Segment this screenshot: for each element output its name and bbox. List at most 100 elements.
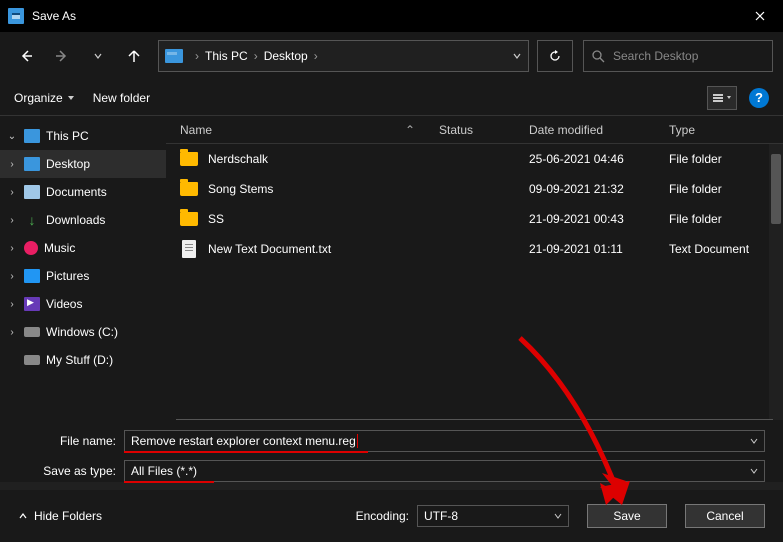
filename-label: File name: — [18, 434, 124, 448]
text-cursor — [357, 434, 358, 448]
tree-item-documents[interactable]: › Documents — [0, 178, 166, 206]
encoding-select[interactable]: UTF-8 — [417, 505, 569, 527]
drive-icon — [24, 327, 40, 337]
saveastype-select[interactable]: All Files (*.*) — [124, 460, 765, 482]
save-button[interactable]: Save — [587, 504, 667, 528]
column-headers: Name⌃ Status Date modified Type — [166, 116, 783, 144]
chevron-up-icon — [18, 511, 28, 521]
forward-button[interactable] — [46, 40, 78, 72]
folder-icon — [180, 212, 198, 226]
drive-icon — [24, 355, 40, 365]
chevron-right-icon: › — [195, 49, 199, 63]
window-title: Save As — [32, 9, 737, 23]
divider — [176, 419, 773, 420]
tree-item-this-pc[interactable]: ⌄ This PC — [0, 122, 166, 150]
chevron-right-icon[interactable]: › — [6, 243, 18, 254]
music-icon — [24, 241, 38, 255]
nav-bar: › This PC › Desktop › Search Desktop — [0, 32, 783, 80]
breadcrumb-root[interactable]: This PC — [205, 49, 248, 63]
tree-item-drive-c[interactable]: › Windows (C:) — [0, 318, 166, 346]
column-type[interactable]: Type — [669, 123, 783, 137]
search-input[interactable]: Search Desktop — [583, 40, 773, 72]
chevron-down-icon[interactable] — [750, 467, 758, 475]
hide-folders-button[interactable]: Hide Folders — [18, 509, 102, 523]
file-row[interactable]: New Text Document.txt 21-09-2021 01:11Tex… — [166, 234, 783, 264]
back-button[interactable] — [10, 40, 42, 72]
column-status[interactable]: Status — [439, 123, 529, 137]
chevron-right-icon[interactable]: › — [6, 271, 18, 282]
chevron-right-icon[interactable]: › — [6, 215, 18, 226]
encoding-label: Encoding: — [356, 509, 409, 523]
sort-indicator-icon: ⌃ — [405, 123, 415, 137]
file-date: 21-09-2021 00:43 — [529, 212, 669, 226]
refresh-button[interactable] — [537, 40, 573, 72]
file-type: File folder — [669, 212, 783, 226]
file-type: File folder — [669, 152, 783, 166]
location-icon — [165, 49, 183, 63]
file-name: SS — [208, 212, 439, 226]
tree-item-desktop[interactable]: › Desktop — [0, 150, 166, 178]
annotation-underline — [124, 451, 368, 453]
help-button[interactable]: ? — [749, 88, 769, 108]
file-date: 21-09-2021 01:11 — [529, 242, 669, 256]
up-button[interactable] — [118, 40, 150, 72]
file-date: 25-06-2021 04:46 — [529, 152, 669, 166]
tree-item-drive-d[interactable]: › My Stuff (D:) — [0, 346, 166, 374]
bottom-row: Hide Folders Encoding: UTF-8 Save Cancel — [0, 490, 783, 542]
file-type: Text Document — [669, 242, 783, 256]
breadcrumb-folder[interactable]: Desktop — [264, 49, 308, 63]
folder-icon — [180, 152, 198, 166]
chevron-down-icon[interactable]: ⌄ — [6, 131, 18, 142]
videos-icon — [24, 297, 40, 311]
desktop-icon — [24, 157, 40, 171]
tree-item-videos[interactable]: › Videos — [0, 290, 166, 318]
folder-icon — [180, 182, 198, 196]
view-options-button[interactable] — [707, 86, 737, 110]
scrollbar-thumb[interactable] — [771, 154, 781, 224]
column-date[interactable]: Date modified — [529, 123, 669, 137]
file-row[interactable]: SS 21-09-2021 00:43File folder — [166, 204, 783, 234]
file-name: New Text Document.txt — [208, 242, 439, 256]
file-name: Song Stems — [208, 182, 439, 196]
recent-locations-button[interactable] — [82, 40, 114, 72]
annotation-underline — [124, 481, 214, 483]
file-list: Name⌃ Status Date modified Type Nerdscha… — [166, 116, 783, 420]
file-icon — [182, 240, 196, 258]
chevron-right-icon: › — [254, 49, 258, 63]
chevron-right-icon[interactable]: › — [6, 327, 18, 338]
file-name: Nerdschalk — [208, 152, 439, 166]
file-date: 09-09-2021 21:32 — [529, 182, 669, 196]
footer: File name: Remove restart explorer conte… — [0, 420, 783, 482]
chevron-right-icon[interactable]: › — [6, 187, 18, 198]
app-icon — [8, 8, 24, 24]
address-bar[interactable]: › This PC › Desktop › — [158, 40, 529, 72]
organize-button[interactable]: Organize — [14, 91, 75, 105]
toolbar: Organize New folder ? — [0, 80, 783, 116]
saveastype-label: Save as type: — [18, 464, 124, 478]
new-folder-button[interactable]: New folder — [93, 91, 150, 105]
pc-icon — [24, 129, 40, 143]
tree-item-downloads[interactable]: › ↓ Downloads — [0, 206, 166, 234]
chevron-down-icon[interactable] — [750, 437, 758, 445]
cancel-button[interactable]: Cancel — [685, 504, 765, 528]
sidebar: ⌄ This PC › Desktop › Documents › ↓ Down… — [0, 116, 166, 420]
chevron-right-icon[interactable]: › — [6, 299, 18, 310]
filename-input[interactable]: Remove restart explorer context menu.reg — [124, 430, 765, 452]
chevron-down-icon[interactable] — [554, 512, 562, 520]
documents-icon — [24, 185, 40, 199]
address-dropdown-icon[interactable] — [512, 51, 522, 61]
file-type: File folder — [669, 182, 783, 196]
tree-item-pictures[interactable]: › Pictures — [0, 262, 166, 290]
scrollbar-track[interactable] — [769, 144, 783, 420]
pictures-icon — [24, 269, 40, 283]
tree-item-music[interactable]: › Music — [0, 234, 166, 262]
file-row[interactable]: Song Stems 09-09-2021 21:32File folder — [166, 174, 783, 204]
chevron-right-icon: › — [314, 49, 318, 63]
downloads-icon: ↓ — [24, 213, 40, 227]
chevron-right-icon[interactable]: › — [6, 159, 18, 170]
search-icon — [592, 50, 605, 63]
titlebar: Save As — [0, 0, 783, 32]
close-button[interactable] — [737, 0, 783, 32]
file-row[interactable]: Nerdschalk 25-06-2021 04:46File folder — [166, 144, 783, 174]
column-name[interactable]: Name⌃ — [166, 123, 439, 137]
